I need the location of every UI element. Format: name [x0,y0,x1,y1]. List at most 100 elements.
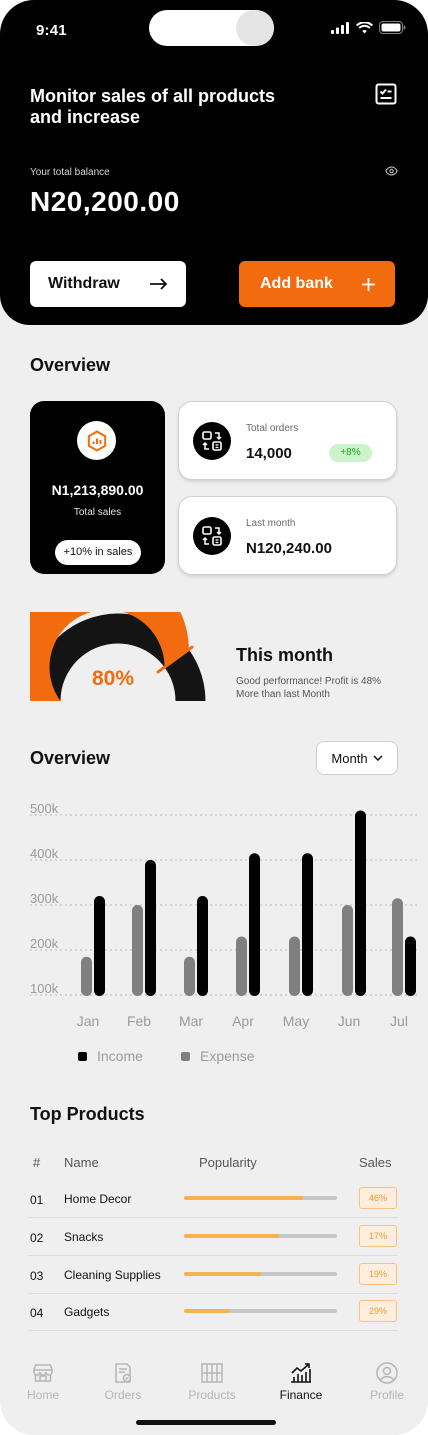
y-tick-label: 200k [30,936,59,951]
popularity-bar [184,1234,337,1238]
popularity-fill [184,1309,230,1313]
this-month-title: This month [236,645,333,665]
table-row[interactable]: 02 Snacks 17% [28,1218,398,1256]
expense-bar [392,898,403,996]
expense-swatch [181,1051,190,1061]
status-time: 9:41 [36,22,67,39]
nav-home-label: Home [26,1388,59,1402]
row-name: Home Decor [64,1192,132,1206]
popularity-bar [184,1196,337,1200]
income-bar [405,936,416,996]
nav-finance[interactable]: Finance [261,1361,341,1402]
last-month-label: Last month [246,518,296,529]
table-row[interactable]: 04 Gadgets 29% [28,1293,398,1331]
add-bank-button[interactable]: Add bank [239,261,395,307]
y-tick-label: 300k [30,891,59,906]
withdraw-label: Withdraw [48,275,120,292]
col-index: # [33,1155,41,1170]
expense-bar [81,956,92,996]
y-tick-label: 100k [30,981,59,996]
total-sales-amount: N1,213,890.00 [51,482,144,498]
expense-bar [132,905,143,996]
nav-profile[interactable]: Profile [347,1361,427,1402]
col-name: Name [64,1155,99,1170]
total-orders-card[interactable]: Total orders 14,000 +8% [178,401,397,480]
clipboard-check-icon [115,1363,132,1383]
col-sales: Sales [359,1155,392,1170]
withdraw-button[interactable]: Withdraw [30,261,186,307]
popularity-bar [184,1272,337,1276]
popularity-fill [184,1196,304,1200]
sales-percent-badge: 19% [359,1263,397,1285]
col-popularity: Popularity [199,1155,257,1170]
user-circle-icon [376,1362,398,1384]
row-name: Snacks [64,1230,104,1244]
popularity-bar [184,1309,337,1313]
income-legend-label: Income [97,1048,143,1064]
nav-home[interactable]: Home [3,1361,83,1402]
sales-percent-badge: 46% [359,1187,397,1209]
orders-swap-icon [193,422,231,460]
page-headline: Monitor sales of all products and increa… [30,86,276,127]
x-tick-label: Jan [77,1013,100,1029]
total-balance: N20,200.00 [30,186,180,217]
sales-percent-badge: 17% [359,1225,397,1247]
last-month-card[interactable]: Last month N120,240.00 [178,496,397,575]
expense-bar [289,936,300,996]
expense-legend-label: Expense [200,1048,255,1064]
wifi-icon [356,21,373,33]
report-icon[interactable] [374,82,398,106]
nav-finance-label: Finance [279,1388,323,1402]
total-sales-caption: Total sales [73,507,122,518]
income-bar [249,853,260,996]
eye-icon[interactable] [385,166,398,176]
table-row[interactable]: 03 Cleaning Supplies 19% [28,1256,398,1294]
nav-profile-label: Profile [369,1388,404,1402]
sales-badge-icon [77,421,116,460]
nav-orders-label: Orders [104,1388,142,1402]
income-bar [145,860,156,996]
table-row[interactable]: 01 Home Decor 46% [28,1180,398,1218]
add-bank-label: Add bank [260,275,333,292]
nav-products[interactable]: Products [172,1361,252,1402]
last-month-swap-icon [193,517,231,555]
income-bar [302,853,313,996]
dynamic-island [149,10,274,46]
nav-orders[interactable]: Orders [83,1361,163,1402]
income-expense-chart: 500k 400k 300k 200k 100k Jan Feb Mar Apr May Jun Ju… [30,801,417,1029]
income-bar [197,896,208,996]
period-select[interactable]: Month [316,741,398,775]
x-tick-label: Jul [390,1013,408,1029]
legend-expense: Expense [181,1048,254,1064]
expense-bar [342,905,353,996]
income-bar [94,896,105,996]
x-tick-label: Mar [179,1013,203,1029]
signal-icon [331,21,349,34]
x-tick-label: May [283,1013,309,1029]
row-index: 02 [30,1231,44,1245]
arrow-right-icon [150,278,168,290]
gauge-percent: 80% [91,667,135,690]
boxes-icon [201,1363,223,1383]
overview-title: Overview [30,355,111,375]
y-tick-label: 400k [30,846,59,861]
row-name: Cleaning Supplies [64,1268,161,1282]
income-swatch [78,1051,87,1061]
camera-dot [236,10,274,46]
total-sales-card[interactable]: N1,213,890.00 Total sales +10% in sales [30,401,165,574]
store-icon [33,1364,53,1382]
orders-growth-badge: +8% [329,444,372,462]
row-name: Gadgets [64,1305,110,1319]
app-screen: 9:41 Monitor sales of all products and i… [0,0,428,1435]
chevron-down-icon [373,755,383,761]
x-tick-label: Jun [338,1013,361,1029]
balance-header: 9:41 Monitor sales of all products and i… [0,0,428,325]
expense-bar [184,956,195,996]
home-indicator [136,1420,276,1425]
popularity-fill [184,1272,261,1276]
plus-icon [362,277,375,291]
period-select-value: Month [331,750,368,766]
income-bar [355,810,366,996]
sales-growth-badge: +10% in sales [55,540,141,565]
top-products-title: Top Products [30,1104,145,1124]
